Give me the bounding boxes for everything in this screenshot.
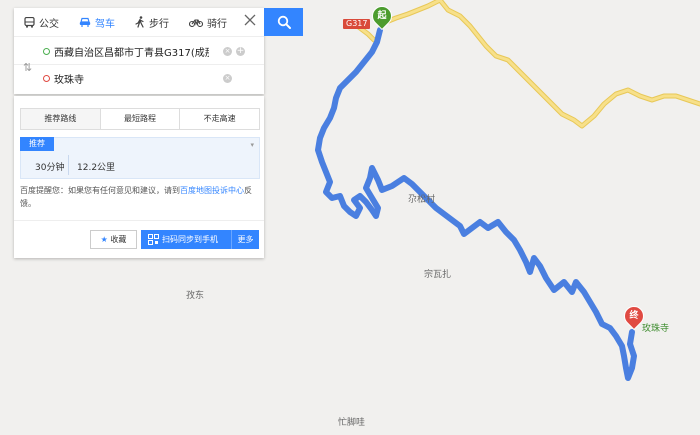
origin-dot-icon [43,47,50,55]
notice-prefix: 百度提醒您：如果您有任何意见和建议，请到 [20,186,180,195]
destination-dot-icon [43,74,50,82]
tab-drive-label: 驾车 [95,18,115,30]
travel-mode-tabs: 公交 驾车 步行 骑行 [14,8,264,37]
complaint-center-link[interactable]: 百度地图投诉中心 [180,186,244,195]
bus-icon [24,16,35,28]
close-icon[interactable] [244,14,256,26]
road-shield-g317: G317 [343,19,371,29]
origin-text: 西藏自治区昌都市丁青县G317(成那 [54,47,209,59]
favorite-button[interactable]: ★ 收藏 [90,230,137,249]
plan-distance: 12.2公里 [77,163,116,173]
search-button[interactable] [264,8,303,36]
tab-bus-label: 公交 [39,18,59,30]
divider [14,220,264,221]
origin-field[interactable]: 西藏自治区昌都市丁青县G317(成那 × + [14,38,264,65]
tab-shortest-route[interactable]: 最短路程 [100,109,181,129]
place-label: 尕松村 [408,195,436,205]
star-icon: ★ [100,235,108,244]
destination-field[interactable]: 玫珠寺 × [14,65,264,91]
route-plan-card[interactable]: 推荐 ▾ 30分钟 12.2公里 [20,137,260,179]
car-icon [79,17,91,27]
place-label: 忙脚哇 [338,418,366,428]
tab-avoid-highway[interactable]: 不走高速 [180,109,260,129]
favorite-label: 收藏 [110,235,127,244]
more-button[interactable]: 更多 [231,230,259,249]
clear-origin-icon[interactable]: × [223,46,232,56]
feedback-notice: 百度提醒您：如果您有任何意见和建议，请到百度地图投诉中心反馈。 [20,184,260,210]
send-to-phone-button[interactable]: 扫码同步到手机 [141,230,231,249]
tab-recommended-route[interactable]: 推荐路线 [21,109,101,129]
add-waypoint-icon[interactable]: + [236,46,245,56]
driving-route [315,27,637,381]
plan-divider [68,155,69,175]
tab-bike-label: 骑行 [207,18,227,30]
place-label: 宗瓦扎 [424,270,452,280]
route-preference-tabs: 推荐路线 最短路程 不走高速 [20,108,260,130]
tab-walk[interactable]: 步行 [135,15,169,30]
tab-walk-label: 步行 [149,18,169,30]
route-search-panel: 公交 驾车 步行 骑行 西藏自治区昌都市丁青县G317(成那 × + ⇅ 玫珠寺… [14,8,264,94]
plan-duration: 30分钟 [35,163,65,173]
clear-destination-icon[interactable]: × [223,73,232,83]
plan-tag-badge: 推荐 [20,137,54,151]
qr-code-icon [148,234,159,245]
tab-drive[interactable]: 驾车 [79,15,115,30]
send-to-phone-label: 扫码同步到手机 [162,235,218,244]
route-result-panel: 推荐路线 最短路程 不走高速 推荐 ▾ 30分钟 12.2公里 百度提醒您：如果… [14,96,264,258]
destination-label[interactable]: 玫珠寺 [642,321,669,334]
tab-bus[interactable]: 公交 [24,15,59,30]
destination-text: 玫珠寺 [54,74,84,86]
walk-icon [135,16,144,28]
expand-arrow-icon[interactable]: ▾ [250,141,254,149]
bike-icon [189,19,203,27]
search-icon [277,15,291,29]
tab-bike[interactable]: 骑行 [189,15,227,30]
place-label: 孜东 [186,291,205,301]
